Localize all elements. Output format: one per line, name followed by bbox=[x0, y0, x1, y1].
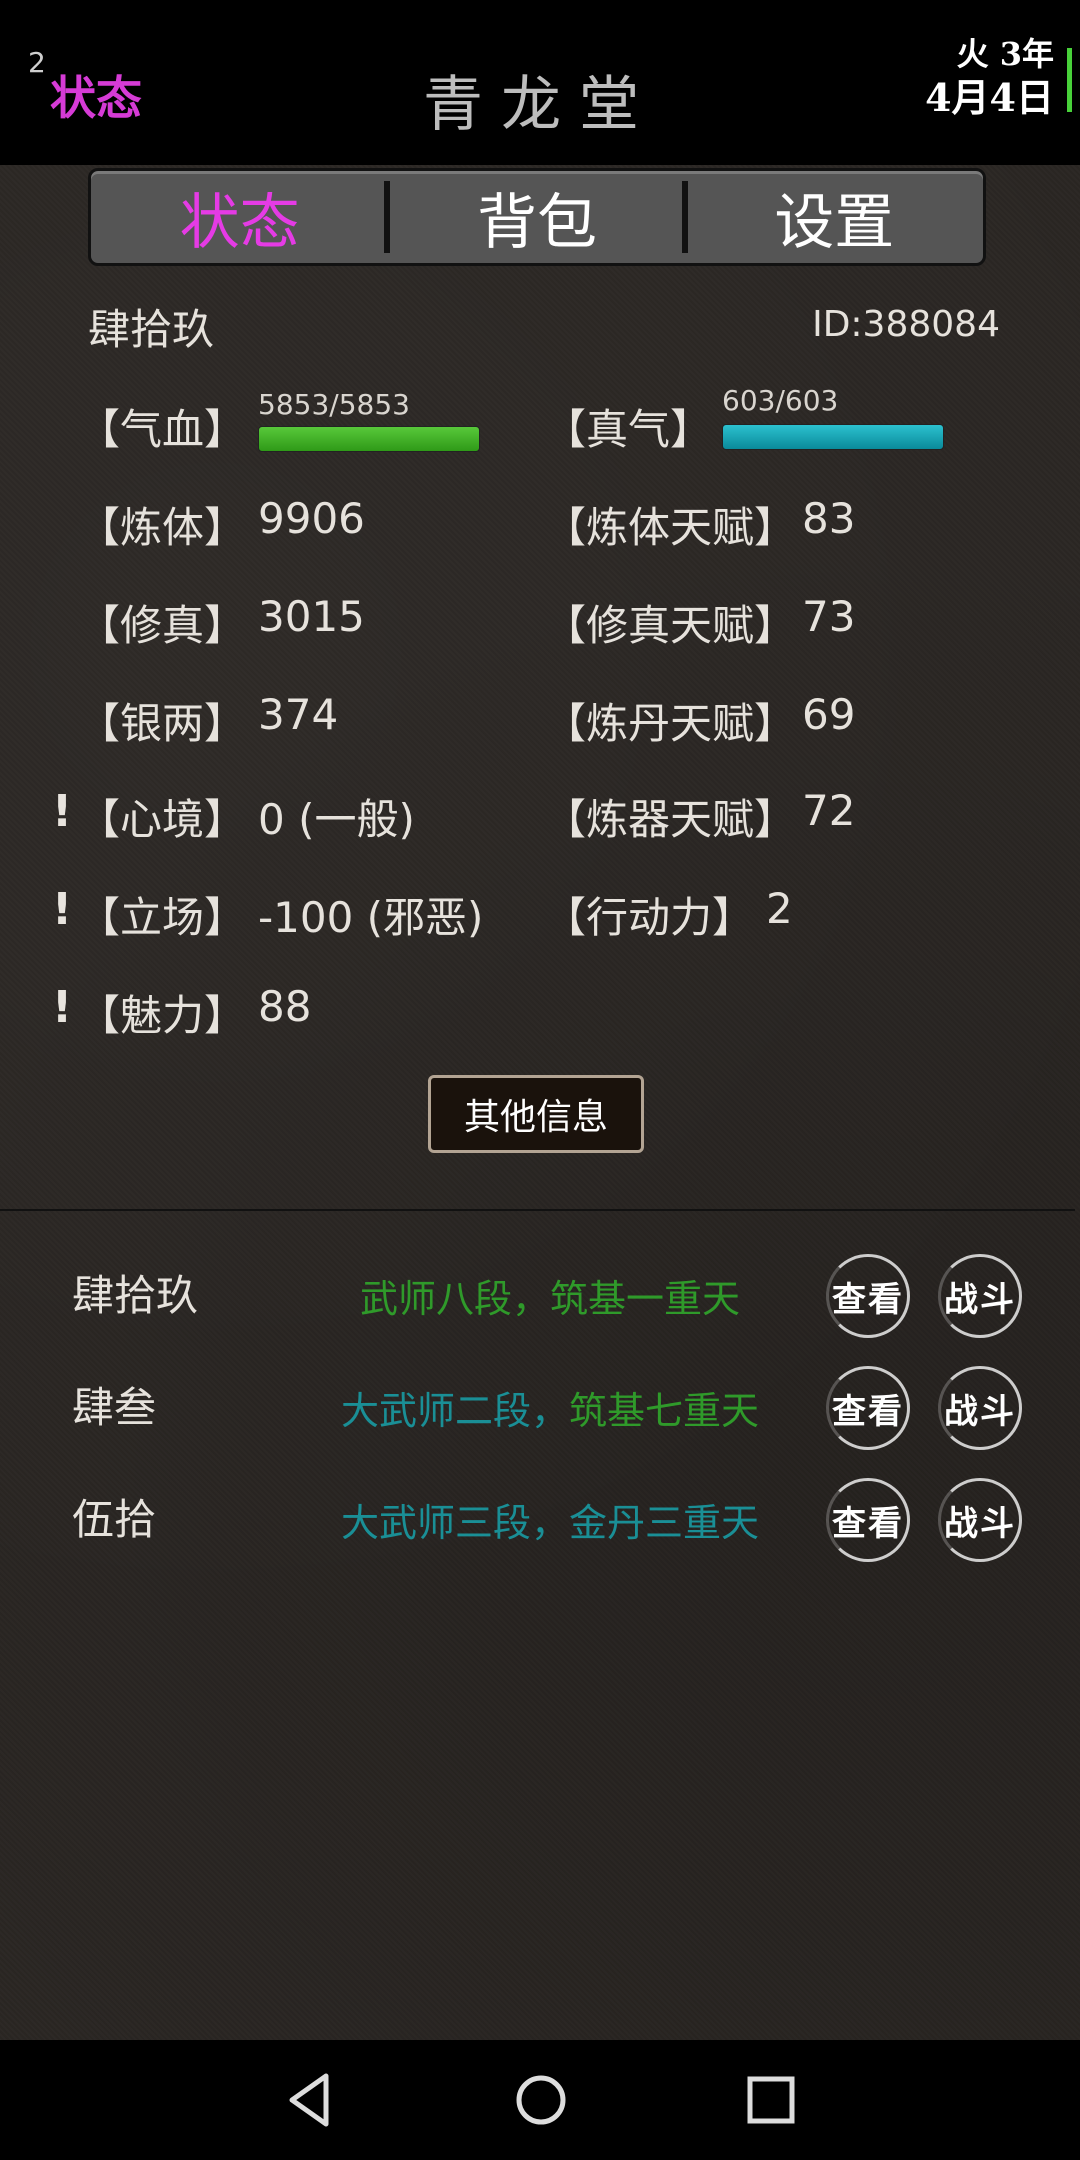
home-icon[interactable] bbox=[514, 2070, 568, 2130]
stat-label: 【魅力】 bbox=[78, 991, 247, 1040]
stat-label: 【炼体】 bbox=[78, 503, 247, 552]
mp-value: 603/603 bbox=[722, 384, 839, 417]
npc-rank-cultivation: 筑基一重天 bbox=[550, 1277, 741, 1321]
npc-rank-sep: ， bbox=[511, 1277, 550, 1321]
fight-button[interactable]: 战斗 bbox=[938, 1478, 1022, 1562]
tab-bar: 状态 背包 设置 bbox=[88, 168, 986, 266]
game-date: 火 3年 4月4日 bbox=[925, 34, 1054, 122]
npc-actions: 查看 战斗 bbox=[826, 1478, 1022, 1562]
fight-button[interactable]: 战斗 bbox=[938, 1254, 1022, 1338]
talent-value: 72 bbox=[802, 786, 856, 835]
tab-bag[interactable]: 背包 bbox=[384, 171, 685, 263]
npc-rank-cultivation: 筑基七重天 bbox=[569, 1389, 760, 1433]
warning-icon[interactable]: ! bbox=[52, 982, 72, 1033]
game-date-year: 火 3年 bbox=[956, 35, 1054, 73]
talent-label: 【修真天赋】 bbox=[544, 601, 797, 650]
back-icon[interactable] bbox=[284, 2070, 334, 2130]
stat-value: 3015 bbox=[258, 592, 365, 641]
location-title: 青龙堂 bbox=[423, 70, 657, 140]
stat-value: 88 bbox=[258, 982, 312, 1031]
tab-status[interactable]: 状态 bbox=[91, 171, 388, 263]
npc-rank: 大武师二段，筑基七重天 bbox=[280, 1380, 820, 1435]
npc-name: 肆叁 bbox=[72, 1383, 157, 1432]
stat-label: 【银两】 bbox=[78, 699, 247, 748]
npc-actions: 查看 战斗 bbox=[826, 1366, 1022, 1450]
top-bar: 2 状态 青龙堂 火 3年 4月4日 bbox=[0, 0, 1080, 165]
npc-rank-sep: ， bbox=[530, 1501, 569, 1545]
energy-indicator bbox=[1067, 48, 1072, 112]
mp-label: 【真气】 bbox=[544, 405, 713, 454]
stat-value: 374 bbox=[258, 690, 339, 739]
npc-actions: 查看 战斗 bbox=[826, 1254, 1022, 1338]
stat-value: 0 (一般) bbox=[258, 795, 415, 844]
recents-icon[interactable] bbox=[744, 2070, 798, 2130]
npc-name: 伍拾 bbox=[72, 1495, 157, 1544]
talent-label: 【炼器天赋】 bbox=[544, 795, 797, 844]
stat-value: 9906 bbox=[258, 494, 365, 543]
npc-rank-martial: 大武师二段 bbox=[340, 1389, 531, 1433]
talent-value: 69 bbox=[802, 690, 856, 739]
npc-rank: 大武师三段，金丹三重天 bbox=[280, 1492, 820, 1547]
npc-rank-cultivation: 金丹三重天 bbox=[569, 1501, 760, 1545]
system-nav-bar bbox=[0, 2040, 1080, 2160]
npc-rank: 武师八段，筑基一重天 bbox=[280, 1268, 820, 1323]
talent-label: 【炼丹天赋】 bbox=[544, 699, 797, 748]
talent-value: 83 bbox=[802, 494, 856, 543]
npc-rank-sep: ， bbox=[530, 1389, 569, 1433]
npc-name: 肆拾玖 bbox=[72, 1271, 199, 1320]
hp-value: 5853/5853 bbox=[258, 388, 410, 421]
view-button[interactable]: 查看 bbox=[826, 1478, 910, 1562]
talent-label: 【炼体天赋】 bbox=[544, 503, 797, 552]
section-divider bbox=[0, 1209, 1075, 1211]
tab-settings[interactable]: 设置 bbox=[681, 171, 983, 263]
view-button[interactable]: 查看 bbox=[826, 1254, 910, 1338]
npc-rank-martial: 大武师三段 bbox=[340, 1501, 531, 1545]
stat-label: 【立场】 bbox=[78, 893, 247, 942]
action-points-value: 2 bbox=[766, 884, 793, 933]
npc-rank-martial: 武师八段 bbox=[359, 1277, 512, 1321]
fight-button[interactable]: 战斗 bbox=[938, 1366, 1022, 1450]
hp-label: 【气血】 bbox=[78, 405, 247, 454]
view-button[interactable]: 查看 bbox=[826, 1366, 910, 1450]
warning-icon[interactable]: ! bbox=[52, 786, 72, 837]
stat-label: 【修真】 bbox=[78, 601, 247, 650]
stat-value: -100 (邪恶) bbox=[258, 893, 484, 942]
player-id: ID:388084 bbox=[812, 304, 1000, 345]
stat-label: 【心境】 bbox=[78, 795, 247, 844]
hp-bar bbox=[258, 426, 480, 452]
warning-icon[interactable]: ! bbox=[52, 884, 72, 935]
mp-bar bbox=[722, 424, 944, 450]
action-points-label: 【行动力】 bbox=[544, 893, 755, 942]
more-info-button[interactable]: 其他信息 bbox=[428, 1075, 644, 1153]
player-name: 肆拾玖 bbox=[88, 305, 215, 354]
talent-value: 73 bbox=[802, 592, 856, 641]
game-date-day: 4月4日 bbox=[925, 75, 1054, 120]
